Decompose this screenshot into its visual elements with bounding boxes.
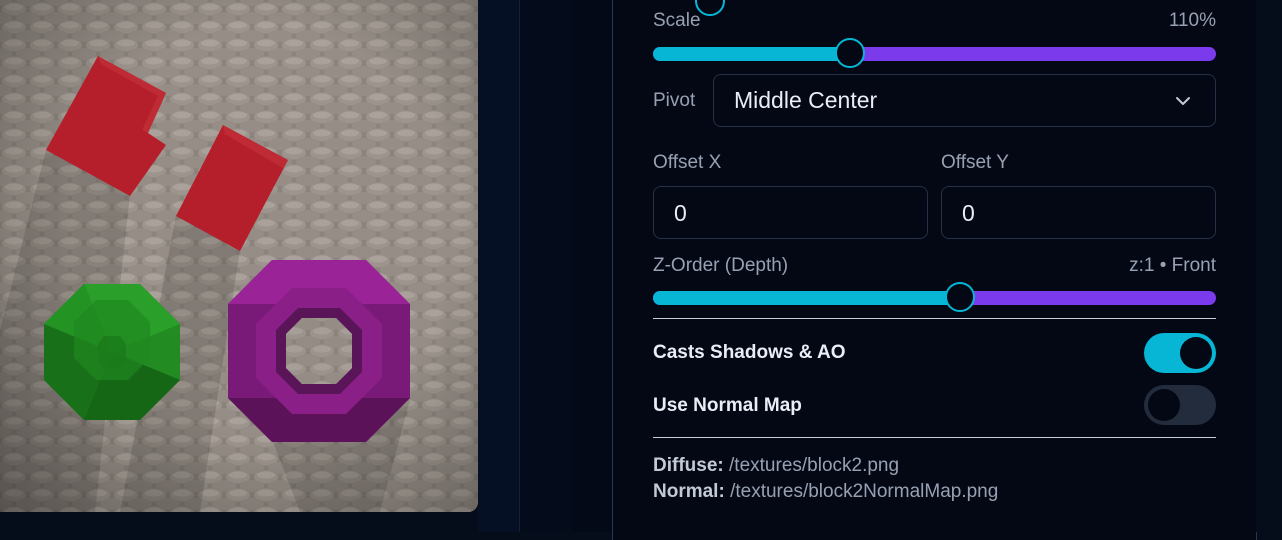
offset-x-input[interactable]: 0 <box>653 186 928 239</box>
viewport-gutter <box>478 0 519 532</box>
casts-shadows-label: Casts Shadows & AO <box>653 342 846 363</box>
z-order-label: Z-Order (Depth) <box>653 255 789 276</box>
scale-value: 110% <box>1168 10 1216 31</box>
z-order-slider-thumb[interactable] <box>944 282 975 312</box>
scale-label: Scale <box>653 10 701 31</box>
diffuse-path-value: /textures/block2.png <box>729 455 900 476</box>
diffuse-path-label: Diffuse: <box>653 455 724 476</box>
offset-y-input[interactable]: 0 <box>941 186 1216 239</box>
panel-right-gutter <box>1256 0 1282 532</box>
offset-y-label: Offset Y <box>941 152 1009 173</box>
panel-margin <box>572 0 612 532</box>
scene-viewport[interactable] <box>0 0 478 512</box>
diffuse-path: Diffuse: /textures/block2.png <box>653 455 899 477</box>
z-order-value: z:1 • Front <box>1129 255 1216 276</box>
scale-slider-fill <box>653 47 851 61</box>
normal-map-toggle[interactable] <box>1144 385 1216 425</box>
toggle-knob <box>1148 389 1180 421</box>
normal-path: Normal: /textures/block2NormalMap.png <box>653 481 998 503</box>
chevron-down-icon <box>1176 97 1190 105</box>
offset-y-value: 0 <box>962 200 975 226</box>
scale-slider-thumb[interactable] <box>835 38 866 68</box>
green-octagon-block[interactable] <box>44 284 180 420</box>
pivot-selected-value: Middle Center <box>734 87 878 113</box>
section-divider <box>653 318 1216 319</box>
scene-canvas[interactable] <box>0 0 478 512</box>
normal-map-label: Use Normal Map <box>653 395 802 416</box>
pivot-select[interactable]: Middle Center <box>713 74 1216 127</box>
scale-slider[interactable] <box>653 38 1216 68</box>
toggle-knob <box>1180 337 1212 369</box>
offset-x-value: 0 <box>674 200 687 226</box>
z-order-slider-fill <box>653 291 960 305</box>
z-order-slider[interactable] <box>653 282 1216 312</box>
normal-path-label: Normal: <box>653 481 725 502</box>
offset-x-label: Offset X <box>653 152 722 173</box>
section-divider <box>653 437 1216 438</box>
casts-shadows-toggle[interactable] <box>1144 333 1216 373</box>
side-divider-column <box>519 0 573 532</box>
normal-path-value: /textures/block2NormalMap.png <box>730 481 999 502</box>
purple-ring-block[interactable] <box>228 260 410 442</box>
pivot-label: Pivot <box>653 90 696 111</box>
